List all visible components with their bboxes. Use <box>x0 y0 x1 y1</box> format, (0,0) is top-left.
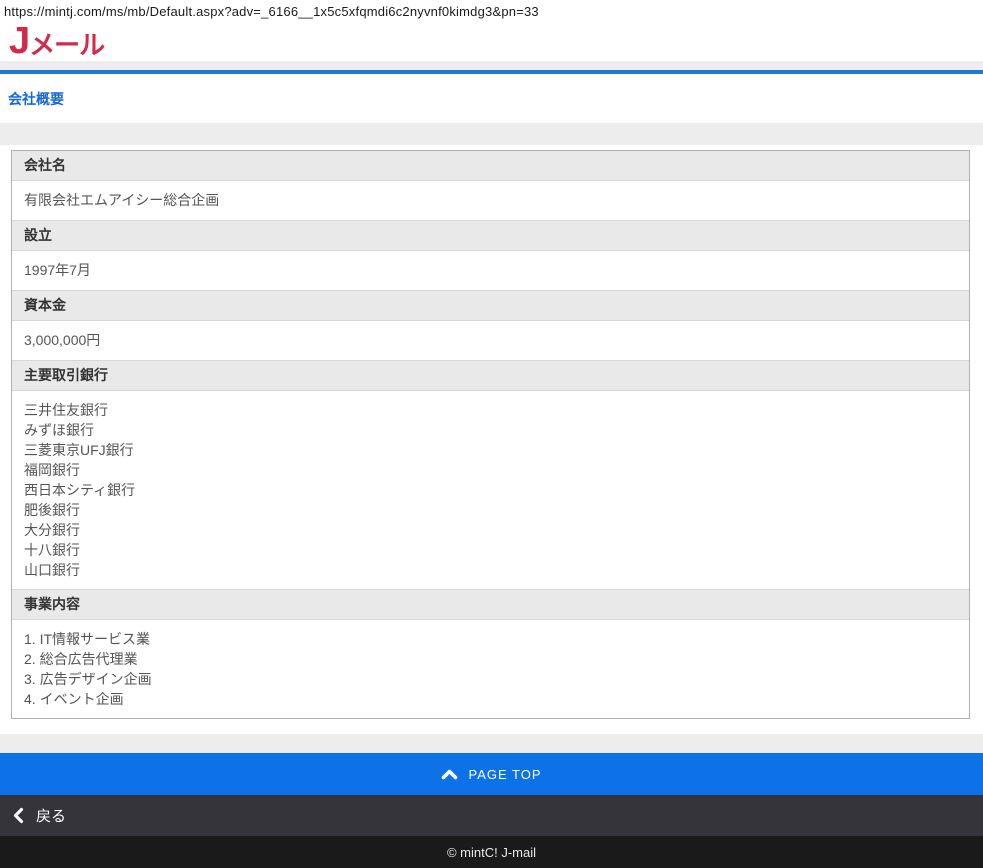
jmail-logo[interactable]: J メール <box>9 22 104 60</box>
bank-item: 十八銀行 <box>24 540 957 560</box>
section-divider-band <box>0 734 983 753</box>
row-value-established: 1997年7月 <box>12 251 969 291</box>
site-header: J メール <box>0 21 983 61</box>
company-name-text: 有限会社エムアイシー総合企画 <box>24 191 957 210</box>
chevron-up-icon <box>441 769 458 780</box>
row-label-capital: 資本金 <box>12 291 969 321</box>
bank-item: 山口銀行 <box>24 560 957 580</box>
page-top-button[interactable]: PAGE TOP <box>0 753 983 795</box>
bank-item: 大分銀行 <box>24 520 957 540</box>
bank-item: 三井住友銀行 <box>24 400 957 420</box>
logo-mail-glyph: メール <box>29 32 104 60</box>
site-footer: © mintC! J-mail <box>0 836 983 868</box>
capital-text: 3,000,000円 <box>24 331 957 350</box>
row-value-capital: 3,000,000円 <box>12 321 969 361</box>
copyright-text: © mintC! J-mail <box>447 845 536 860</box>
row-label-company-name: 会社名 <box>12 151 969 181</box>
table-gap <box>0 719 983 734</box>
row-label-banks: 主要取引銀行 <box>12 361 969 391</box>
chevron-left-icon <box>13 807 24 824</box>
section-divider-band <box>0 123 983 145</box>
row-label-established: 設立 <box>12 221 969 251</box>
header-gray-strip <box>0 61 983 70</box>
business-item: 1. IT情報サービス業 <box>24 629 957 649</box>
row-value-company-name: 有限会社エムアイシー総合企画 <box>12 181 969 221</box>
bank-item: みずほ銀行 <box>24 420 957 440</box>
bank-item: 肥後銀行 <box>24 500 957 520</box>
bank-item: 福岡銀行 <box>24 460 957 480</box>
logo-j-glyph: J <box>9 22 29 60</box>
bank-item: 西日本シティ銀行 <box>24 480 957 500</box>
row-value-business: 1. IT情報サービス業 2. 総合広告代理業 3. 広告デザイン企画 4. イ… <box>12 620 969 718</box>
page-top-label: PAGE TOP <box>468 767 541 782</box>
page-title-row: 会社概要 <box>0 74 983 123</box>
back-label: 戻る <box>36 805 66 826</box>
row-label-business: 事業内容 <box>12 590 969 620</box>
back-button[interactable]: 戻る <box>0 795 983 836</box>
bank-item: 三菱東京UFJ銀行 <box>24 440 957 460</box>
business-item: 3. 広告デザイン企画 <box>24 669 957 689</box>
page-title: 会社概要 <box>8 91 64 107</box>
business-item: 4. イベント企画 <box>24 689 957 709</box>
row-value-banks: 三井住友銀行 みずほ銀行 三菱東京UFJ銀行 福岡銀行 西日本シティ銀行 肥後銀… <box>12 391 969 590</box>
company-info-table: 会社名 有限会社エムアイシー総合企画 設立 1997年7月 資本金 3,000,… <box>11 150 970 719</box>
captured-url-text: https://mintj.com/ms/mb/Default.aspx?adv… <box>0 0 983 21</box>
business-item: 2. 総合広告代理業 <box>24 649 957 669</box>
established-text: 1997年7月 <box>24 261 957 280</box>
